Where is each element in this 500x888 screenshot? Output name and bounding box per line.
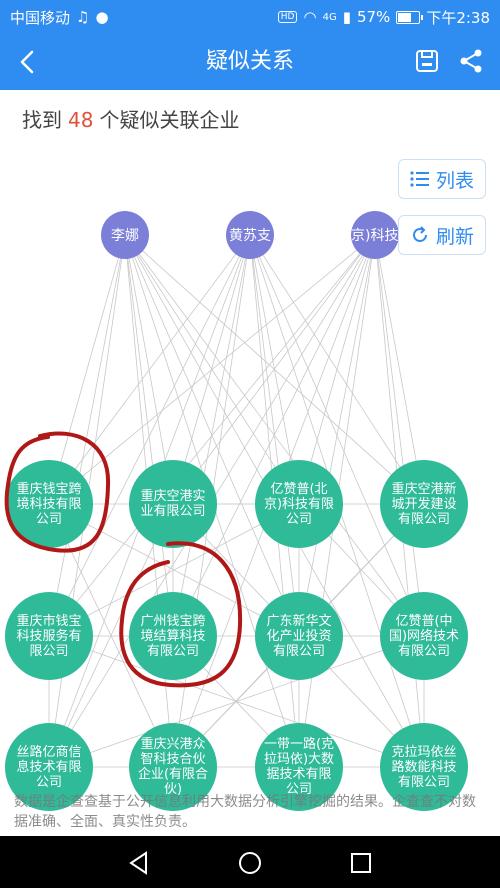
- summary-suffix: 个疑似关联企业: [99, 108, 240, 132]
- relation-edge: [374, 234, 425, 637]
- wechat-icon: ●: [95, 8, 109, 26]
- save-icon[interactable]: [414, 48, 440, 74]
- relation-edge: [48, 234, 376, 505]
- list-view-button[interactable]: 列表: [398, 159, 486, 199]
- carrier-label: 中国移动: [10, 8, 71, 27]
- nav-back-icon[interactable]: [126, 850, 152, 876]
- nav-recents-icon[interactable]: [348, 850, 374, 876]
- company-name: 广州钱宝跨境结算科技有限公司: [140, 613, 206, 659]
- refresh-icon: [413, 226, 427, 242]
- company-name: 重庆钱宝跨境科技有限公司: [16, 481, 82, 527]
- relation-edge: [172, 234, 376, 637]
- person-node[interactable]: 京)科技有: [351, 211, 399, 259]
- battery-label: 57%: [356, 8, 391, 26]
- relation-edge: [172, 234, 376, 505]
- person-name: 李娜: [111, 228, 139, 244]
- company-name: 重庆空港实业有限公司: [140, 489, 206, 519]
- data-disclaimer: 数据是企查查基于公开信息利用大数据分析引擎挖掘的结果。企查查不对数据准确、全面、…: [14, 794, 476, 830]
- signal-icon: ▮: [342, 8, 351, 26]
- list-icon: [410, 171, 429, 187]
- relation-edge: [48, 234, 126, 637]
- person-name: 黄苏支: [229, 228, 271, 244]
- company-name: 丝路亿商信息技术有限公司: [16, 744, 82, 790]
- company-name: 重庆兴港众智科技合伙企业(有限合伙): [137, 737, 209, 797]
- company-node[interactable]: 重庆钱宝跨境科技有限公司: [5, 460, 93, 548]
- wifi-icon: ◠: [303, 8, 317, 26]
- person-node[interactable]: 黄苏支: [226, 211, 274, 259]
- company-name: 广东新华文化产业投资有限公司: [266, 613, 332, 659]
- refresh-button[interactable]: 刷新: [398, 215, 486, 255]
- result-count: 48: [68, 108, 94, 132]
- result-summary: 找到 48 个疑似关联企业: [22, 104, 239, 133]
- summary-prefix: 找到: [22, 108, 62, 132]
- company-node[interactable]: 重庆市钱宝科技服务有限公司: [5, 592, 93, 680]
- list-label: 列表: [435, 169, 474, 192]
- relation-edge: [249, 234, 300, 637]
- company-node[interactable]: 重庆空港实业有限公司: [129, 460, 217, 548]
- system-nav-bar: [0, 836, 500, 888]
- share-icon[interactable]: [458, 48, 484, 74]
- company-name: 重庆市钱宝科技服务有限公司: [16, 613, 82, 659]
- company-name: 克拉玛依丝路数能科技有限公司: [391, 744, 457, 790]
- person-name: 京)科技有: [351, 228, 399, 244]
- relation-edge: [48, 234, 251, 505]
- company-node[interactable]: 亿赞普(中国)网络技术有限公司: [380, 592, 468, 680]
- relation-edge: [298, 234, 376, 637]
- company-node[interactable]: 广州钱宝跨境结算科技有限公司: [129, 592, 217, 680]
- hd-icon: HD: [277, 11, 298, 23]
- battery-icon: [396, 10, 424, 24]
- company-name: 重庆空港新城开发建设有限公司: [391, 481, 457, 527]
- company-node[interactable]: 亿赞普(北京)科技有限公司: [255, 460, 343, 548]
- company-name: 一带一路(克拉玛依)大数据技术有限公司: [263, 737, 335, 797]
- battery-fill: [398, 12, 411, 22]
- relation-edge: [48, 234, 251, 637]
- company-node[interactable]: 广东新华文化产业投资有限公司: [255, 592, 343, 680]
- status-bar: 中国移动 ♫ ● HD ◠ 4G ▮ 57% 下午2:38: [0, 0, 500, 34]
- person-node[interactable]: 李娜: [101, 211, 149, 259]
- time-label: 下午2:38: [426, 8, 490, 27]
- signal-label: 4G: [322, 11, 337, 23]
- company-name: 亿赞普(中国)网络技术有限公司: [388, 613, 460, 659]
- refresh-label: 刷新: [435, 225, 474, 248]
- nav-home-icon[interactable]: [237, 850, 263, 876]
- app-bar: 疑似关系: [0, 34, 500, 90]
- company-node[interactable]: 重庆空港新城开发建设有限公司: [380, 460, 468, 548]
- company-name: 亿赞普(北京)科技有限公司: [263, 481, 335, 527]
- music-icon: ♫: [76, 8, 90, 26]
